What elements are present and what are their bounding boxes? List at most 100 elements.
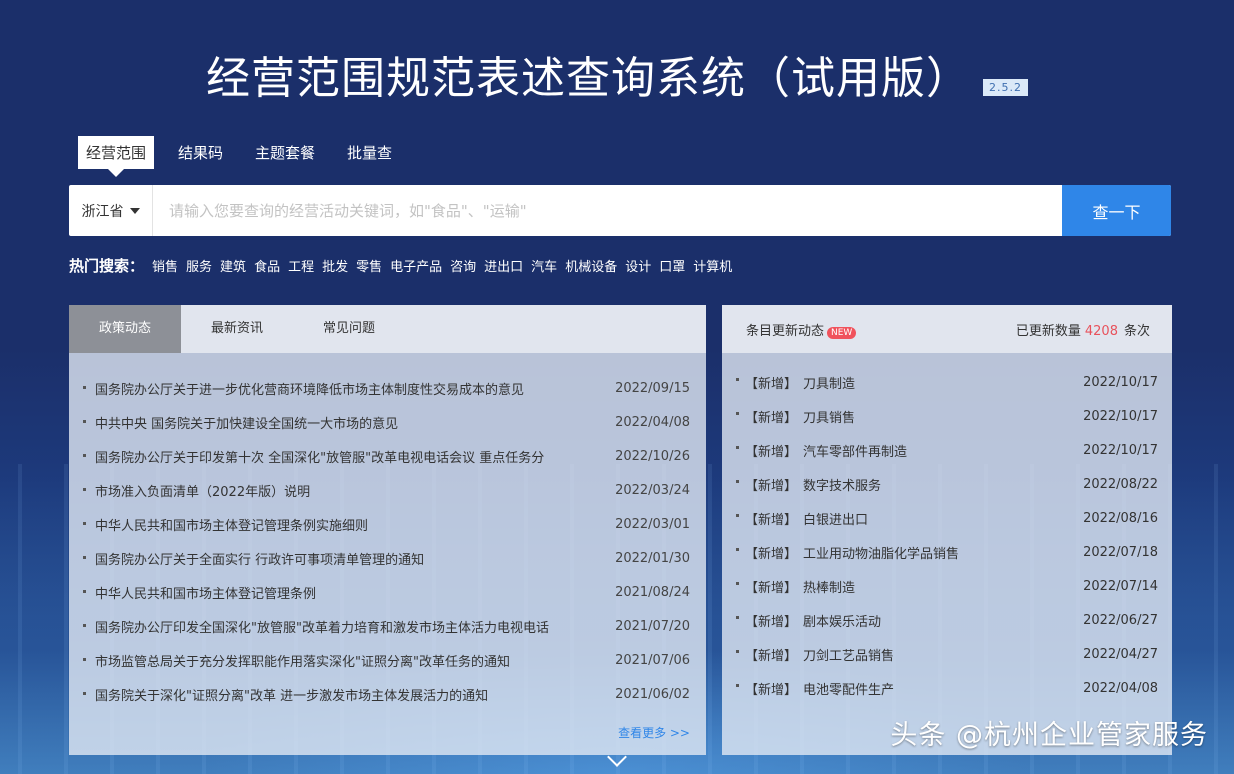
update-tag: 【新增】 xyxy=(745,376,798,392)
update-list-item[interactable]: 【新增】 刀剑工艺品销售 2022/04/27 xyxy=(736,637,1158,671)
hot-search-item[interactable]: 咨询 xyxy=(450,256,476,275)
bullet-icon xyxy=(736,683,739,687)
new-badge: NEW xyxy=(827,326,857,339)
updates-title-text: 条目更新动态 xyxy=(746,323,825,339)
update-list-item[interactable]: 【新增】 热棒制造 2022/07/14 xyxy=(736,569,1158,603)
update-date: 2022/06/27 xyxy=(1083,612,1158,628)
view-more-link[interactable]: 查看更多 >> xyxy=(618,724,690,741)
update-tag: 【新增】 xyxy=(745,614,798,630)
bullet-icon xyxy=(83,521,86,525)
hot-search-item[interactable]: 电子产品 xyxy=(390,256,442,275)
update-list-item[interactable]: 【新增】 工业用动物油脂化学品销售 2022/07/18 xyxy=(736,535,1158,569)
hot-search-item[interactable]: 汽车 xyxy=(531,256,557,275)
bullet-icon xyxy=(83,487,86,491)
province-select-value: 浙江省 xyxy=(81,203,124,220)
policy-list-item[interactable]: 中共中央 国务院关于加快建设全国统一大市场的意见 2022/04/08 xyxy=(83,405,690,439)
policy-list-item[interactable]: 中华人民共和国市场主体登记管理条例 2021/08/24 xyxy=(83,575,690,609)
hot-searches-label: 热门搜索： xyxy=(69,257,145,275)
policy-date: 2021/06/02 xyxy=(615,686,690,702)
tab-batch-query[interactable]: 批量查 xyxy=(339,136,400,169)
update-count: 已更新数量 4208 条次 xyxy=(1016,320,1150,339)
search-button[interactable]: 查一下 xyxy=(1062,185,1171,236)
policy-date: 2021/07/06 xyxy=(615,652,690,668)
update-list-item[interactable]: 【新增】 汽车零部件再制造 2022/10/17 xyxy=(736,433,1158,467)
bullet-icon xyxy=(83,453,86,457)
update-date: 2022/10/17 xyxy=(1083,374,1158,390)
bullet-icon xyxy=(736,377,739,381)
policy-date: 2022/09/15 xyxy=(615,380,690,396)
bullet-icon xyxy=(736,581,739,585)
update-count-unit: 条次 xyxy=(1123,323,1150,339)
page-title-text: 经营范围规范表述查询系统（试用版） xyxy=(206,53,971,104)
policy-list-item[interactable]: 国务院办公厅印发全国深化"放管服"改革着力培育和激发市场主体活力电视电话 2021… xyxy=(83,609,690,643)
update-tag: 【新增】 xyxy=(745,580,798,596)
update-list-item[interactable]: 【新增】 剧本娱乐活动 2022/06/27 xyxy=(736,603,1158,637)
hot-search-item[interactable]: 零售 xyxy=(356,256,382,275)
tab-policy-news[interactable]: 政策动态 xyxy=(69,305,182,353)
tab-business-scope[interactable]: 经营范围 xyxy=(78,136,155,177)
hot-search-item[interactable]: 进出口 xyxy=(484,256,523,275)
hot-search-item[interactable]: 服务 xyxy=(186,256,212,275)
policy-date: 2022/01/30 xyxy=(615,550,690,566)
update-date: 2022/08/16 xyxy=(1083,510,1158,526)
policy-list-item[interactable]: 中华人民共和国市场主体登记管理条例实施细则 2022/03/01 xyxy=(83,507,690,541)
hot-search-item[interactable]: 口罩 xyxy=(659,256,685,275)
search-input[interactable] xyxy=(153,185,1062,236)
hot-search-item[interactable]: 建筑 xyxy=(220,256,246,275)
hot-search-item[interactable]: 计算机 xyxy=(693,256,732,275)
policy-title: 国务院关于深化"证照分离"改革 进一步激发市场主体发展活力的通知 xyxy=(95,688,489,704)
update-tag: 【新增】 xyxy=(745,478,798,494)
bullet-icon xyxy=(83,419,86,423)
policy-date: 2022/03/24 xyxy=(615,482,690,498)
caret-down-icon xyxy=(129,207,140,214)
policy-list-item[interactable]: 市场监管总局关于充分发挥职能作用落实深化"证照分离"改革任务的通知 2021/07… xyxy=(83,643,690,677)
update-name: 工业用动物油脂化学品销售 xyxy=(803,546,960,562)
update-list-item[interactable]: 【新增】 刀具销售 2022/10/17 xyxy=(736,399,1158,433)
policy-title: 国务院办公厅印发全国深化"放管服"改革着力培育和激发市场主体活力电视电话 xyxy=(95,620,549,636)
update-count-value: 4208 xyxy=(1084,323,1118,339)
update-list-item[interactable]: 【新增】 刀具制造 2022/10/17 xyxy=(736,365,1158,399)
update-list-item[interactable]: 【新增】 电池零配件生产 2022/04/08 xyxy=(736,671,1158,705)
policy-title: 国务院办公厅关于进一步优化营商环境降低市场主体制度性交易成本的意见 xyxy=(95,382,525,398)
policy-date: 2021/08/24 xyxy=(615,584,690,600)
hot-search-item[interactable]: 设计 xyxy=(625,256,651,275)
update-date: 2022/04/27 xyxy=(1083,646,1158,662)
policy-list-item[interactable]: 国务院办公厅关于印发第十次 全国深化"放管服"改革电视电话会议 重点任务分 202… xyxy=(83,439,690,473)
policy-date: 2022/10/26 xyxy=(615,448,690,464)
hot-search-item[interactable]: 食品 xyxy=(254,256,280,275)
update-count-label: 已更新数量 xyxy=(1015,323,1081,339)
update-tag: 【新增】 xyxy=(745,410,798,426)
hot-search-item[interactable]: 销售 xyxy=(152,256,178,275)
province-select[interactable]: 浙江省 xyxy=(69,185,153,236)
update-tag: 【新增】 xyxy=(745,546,798,562)
tab-result-code[interactable]: 结果码 xyxy=(170,136,231,169)
hot-search-item[interactable]: 机械设备 xyxy=(565,256,617,275)
bullet-icon xyxy=(736,445,739,449)
bullet-icon xyxy=(736,411,739,415)
update-list-item[interactable]: 【新增】 数字技术服务 2022/08/22 xyxy=(736,467,1158,501)
policy-list-item[interactable]: 国务院办公厅关于全面实行 行政许可事项清单管理的通知 2022/01/30 xyxy=(83,541,690,575)
policy-list-item[interactable]: 市场准入负面清单（2022年版）说明 2022/03/24 xyxy=(83,473,690,507)
bullet-icon xyxy=(736,513,739,517)
hot-searches: 热门搜索： 销售 服务 建筑 食品 工程 批发 零售 电子产品 咨询 进出口 汽… xyxy=(69,255,740,276)
policy-list-item[interactable]: 国务院办公厅关于进一步优化营商环境降低市场主体制度性交易成本的意见 2022/09… xyxy=(83,371,690,405)
policy-title: 市场准入负面清单（2022年版）说明 xyxy=(95,484,311,500)
bullet-icon xyxy=(736,479,739,483)
updates-panel-header: 条目更新动态 NEW 已更新数量 4208 条次 xyxy=(722,305,1172,353)
update-name: 热棒制造 xyxy=(803,580,856,596)
watermark: 头条 @杭州企业管家服务 xyxy=(890,720,1208,751)
updates-list: 【新增】 刀具制造 2022/10/17 【新增】 刀具销售 2022/10/17 【新… xyxy=(722,353,1172,705)
tab-theme-package[interactable]: 主题套餐 xyxy=(247,136,323,169)
update-date: 2022/10/17 xyxy=(1083,408,1158,424)
update-tag: 【新增】 xyxy=(745,648,798,664)
bullet-icon xyxy=(736,547,739,551)
bullet-icon xyxy=(83,589,86,593)
update-list-item[interactable]: 【新增】 白银进出口 2022/08/16 xyxy=(736,501,1158,535)
update-name: 白银进出口 xyxy=(803,512,869,528)
tab-latest-info[interactable]: 最新资讯 xyxy=(181,305,293,353)
tab-faq[interactable]: 常见问题 xyxy=(293,305,405,353)
policy-title: 市场监管总局关于充分发挥职能作用落实深化"证照分离"改革任务的通知 xyxy=(95,654,510,670)
hot-search-item[interactable]: 工程 xyxy=(288,256,314,275)
hot-search-item[interactable]: 批发 xyxy=(322,256,348,275)
policy-list-item[interactable]: 国务院关于深化"证照分离"改革 进一步激发市场主体发展活力的通知 2021/06/… xyxy=(83,677,690,711)
